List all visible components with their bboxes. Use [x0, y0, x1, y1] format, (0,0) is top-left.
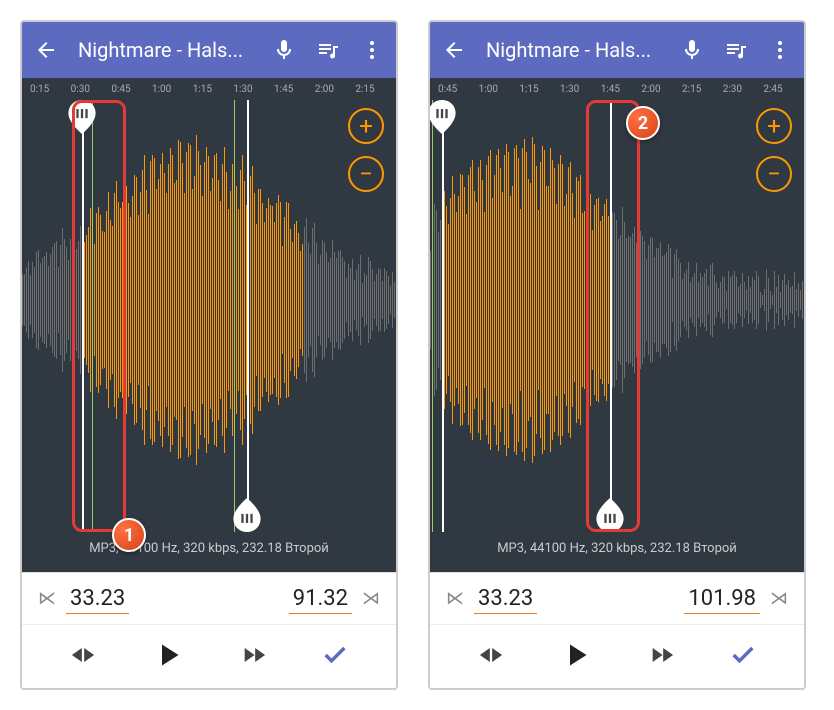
mic-icon[interactable]	[680, 38, 704, 62]
mic-icon[interactable]	[272, 38, 296, 62]
start-time-group: ⋉ 33.23	[446, 584, 537, 614]
time-controls: ⋉ 33.23 101.98 ⋊	[430, 572, 804, 624]
jump-end-icon[interactable]: ⋊	[770, 588, 788, 609]
end-time-group: 101.98 ⋊	[684, 584, 788, 614]
zoom-out-button[interactable]: −	[756, 156, 792, 192]
start-time-group: ⋉ 33.23	[38, 584, 129, 614]
zoom-controls: + −	[756, 108, 792, 192]
zoom-in-button[interactable]: +	[756, 108, 792, 144]
selection-start-line	[82, 100, 84, 532]
selection-start-line	[442, 100, 444, 532]
playback-controls	[430, 624, 804, 688]
selection-start-handle[interactable]	[430, 100, 456, 134]
playlist-icon[interactable]	[316, 38, 340, 62]
app-title: Nightmare - Hals...	[486, 38, 660, 62]
audio-info-text: MP3, 44100 Hz, 320 kbps, 232.18 Второй	[497, 541, 737, 556]
playhead-line	[432, 100, 433, 532]
end-time-group: 91.32 ⋊	[289, 584, 380, 614]
zoom-in-button[interactable]: +	[348, 108, 384, 144]
time-ruler: 0:15 0:30 0:45 1:00 1:15 1:30 1:45 2:00 …	[22, 78, 396, 100]
play-button[interactable]	[150, 637, 186, 677]
jump-end-icon[interactable]: ⋊	[362, 588, 380, 609]
more-icon[interactable]	[768, 38, 792, 62]
waveform-canvas	[22, 100, 396, 532]
forward-button[interactable]	[648, 641, 676, 673]
zoom-out-button[interactable]: −	[348, 156, 384, 192]
jump-start-icon[interactable]: ⋉	[446, 588, 464, 609]
back-icon[interactable]	[34, 38, 58, 62]
end-time-input[interactable]: 101.98	[684, 584, 760, 614]
rewind-button[interactable]	[477, 641, 505, 673]
playback-controls	[22, 624, 396, 688]
playhead-line	[92, 100, 93, 532]
rewind-button[interactable]	[69, 641, 97, 673]
playhead-line	[234, 100, 235, 532]
zoom-controls: + −	[348, 108, 384, 192]
app-title: Nightmare - Hals...	[78, 38, 252, 62]
confirm-button[interactable]	[321, 641, 349, 673]
forward-button[interactable]	[240, 641, 268, 673]
confirm-button[interactable]	[729, 641, 757, 673]
waveform-canvas	[430, 100, 804, 532]
playlist-icon[interactable]	[724, 38, 748, 62]
waveform-area[interactable]: 0:15 0:30 0:45 1:00 1:15 1:30 1:45 2:00 …	[22, 78, 396, 572]
selection-end-line	[610, 100, 612, 532]
time-controls: ⋉ 33.23 91.32 ⋊	[22, 572, 396, 624]
end-time-input[interactable]: 91.32	[289, 584, 352, 614]
time-ruler: 0:45 1:00 1:15 1:30 1:45 2:00 2:15 2:30 …	[430, 78, 804, 100]
start-time-input[interactable]: 33.23	[474, 584, 537, 614]
start-time-input[interactable]: 33.23	[66, 584, 129, 614]
callout-badge: 1	[112, 518, 146, 552]
play-button[interactable]	[558, 637, 594, 677]
selection-end-line	[247, 100, 249, 532]
app-toolbar: Nightmare - Hals...	[430, 22, 804, 78]
app-toolbar: Nightmare - Hals...	[22, 22, 396, 78]
selection-end-handle[interactable]	[233, 498, 261, 532]
selection-start-handle[interactable]	[68, 100, 96, 134]
back-icon[interactable]	[442, 38, 466, 62]
selection-end-handle[interactable]	[596, 498, 624, 532]
callout-badge: 2	[626, 106, 660, 140]
more-icon[interactable]	[360, 38, 384, 62]
waveform-area[interactable]: 0:45 1:00 1:15 1:30 1:45 2:00 2:15 2:30 …	[430, 78, 804, 572]
jump-start-icon[interactable]: ⋉	[38, 588, 56, 609]
